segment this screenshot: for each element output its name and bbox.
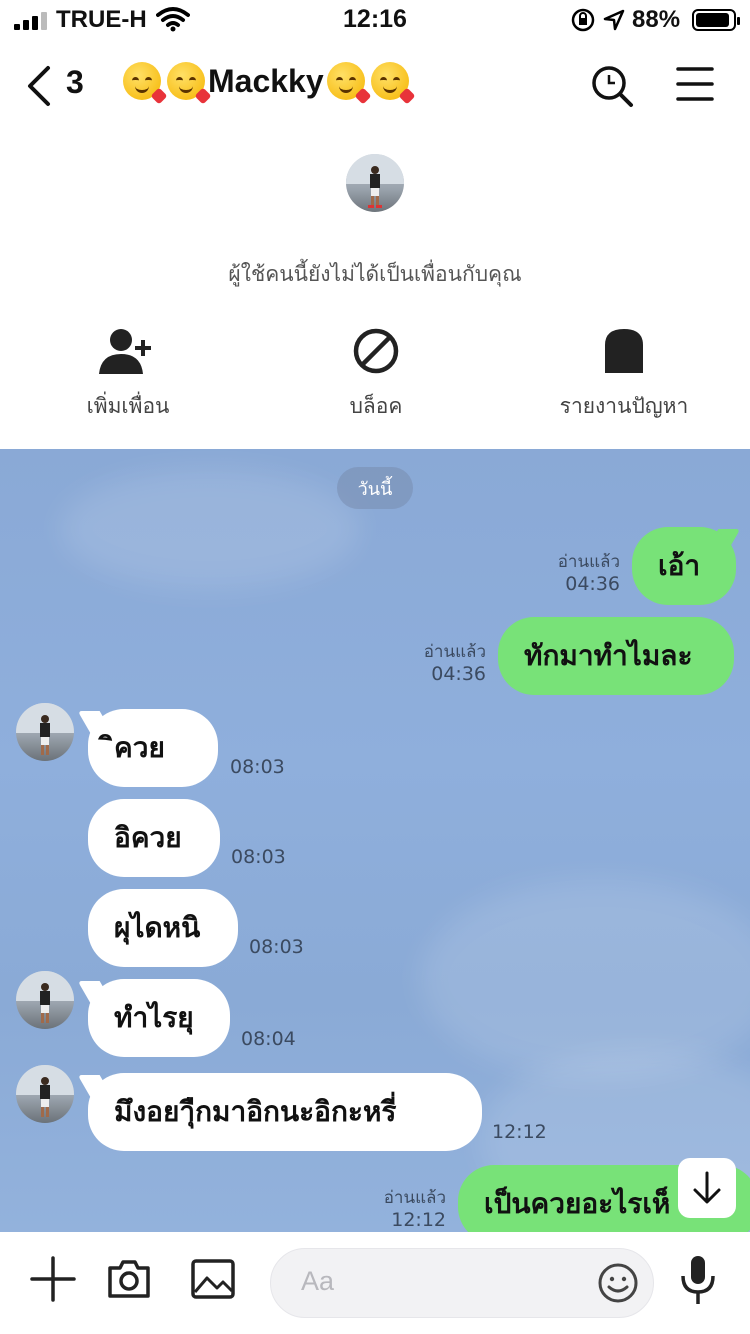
smiling-face-with-hearts-icon (326, 62, 372, 105)
emoji-icon[interactable] (597, 1262, 639, 1304)
not-friend-notice: ผู้ใช้คนนี้ยังไม่ได้เป็นเพื่อนกับคุณ (228, 262, 522, 286)
message-bubble-outgoing[interactable]: เอ้า (632, 527, 736, 605)
message-bubble-incoming[interactable]: อิควย (88, 799, 220, 877)
composer-bar: Aa (0, 1232, 750, 1334)
plus-icon[interactable] (30, 1256, 76, 1302)
date-separator: วันนี้ (337, 467, 413, 509)
message-meta: อ่านแล้ว 12:12 (366, 1187, 446, 1231)
message-bubble-incoming[interactable]: ิควย (88, 709, 218, 787)
read-receipt: อ่านแล้ว (557, 552, 620, 572)
unread-count[interactable]: 3 (66, 64, 84, 101)
message-time: 12:12 (391, 1209, 446, 1231)
message-time: 08:03 (230, 756, 285, 778)
message-time: 08:03 (249, 936, 304, 958)
smiling-face-with-hearts-icon (167, 62, 212, 105)
scroll-to-bottom-button[interactable] (678, 1158, 736, 1218)
block-button[interactable]: บล็อค (266, 324, 486, 423)
message-time: 08:04 (241, 1028, 296, 1050)
report-label: รายงานปัญหา (559, 394, 689, 418)
message-bubble-incoming[interactable]: ผุไดหนิ (88, 889, 238, 967)
image-icon[interactable] (190, 1256, 236, 1302)
smiling-face-with-hearts-icon (370, 62, 416, 105)
sender-avatar[interactable] (16, 703, 74, 761)
read-receipt: อ่านแล้ว (423, 642, 486, 662)
message-time: 08:03 (231, 846, 286, 868)
camera-icon[interactable] (106, 1256, 152, 1302)
battery-percent: 88% (632, 6, 681, 33)
message-bubble-incoming[interactable]: ทำไรยุ (88, 979, 230, 1057)
back-chevron-icon[interactable] (24, 64, 52, 108)
add-friend-icon (99, 329, 151, 374)
sender-avatar[interactable] (16, 971, 74, 1029)
report-button[interactable]: รายงานปัญหา (514, 324, 734, 423)
status-bar: TRUE-H 12:16 88% (0, 0, 750, 40)
search-icon[interactable] (590, 64, 634, 108)
message-bubble-outgoing[interactable]: ทักมาทำไมละ (498, 617, 734, 695)
chat-area[interactable]: วันนี้ อ่านแล้ว 04:36 เอ้า อ่านแล้ว 04:3… (0, 449, 750, 1232)
report-icon (605, 329, 643, 373)
message-time: 12:12 (492, 1121, 547, 1143)
message-time: 04:36 (565, 573, 620, 595)
contact-name: Mackky (208, 62, 324, 99)
battery-icon (692, 9, 740, 31)
sender-avatar[interactable] (16, 1065, 74, 1123)
arrow-down-icon (693, 1171, 721, 1204)
chat-header: 3 Mackky (0, 44, 750, 128)
menu-icon[interactable] (676, 66, 714, 102)
message-meta: อ่านแล้ว 04:36 (540, 551, 620, 595)
location-icon (603, 9, 625, 31)
add-friend-button[interactable]: เพิ่มเพื่อน (18, 324, 238, 423)
add-friend-label: เพิ่มเพื่อน (86, 394, 170, 418)
message-meta: อ่านแล้ว 04:36 (406, 641, 486, 685)
contact-avatar[interactable] (346, 154, 404, 212)
microphone-icon[interactable] (680, 1254, 716, 1306)
read-receipt: อ่านแล้ว (383, 1188, 446, 1208)
block-icon (353, 328, 399, 374)
block-label: บล็อค (349, 394, 403, 418)
contact-title[interactable]: Mackky (120, 62, 416, 105)
message-input[interactable]: Aa (270, 1248, 654, 1318)
smiling-face-with-hearts-icon (123, 62, 168, 105)
message-placeholder: Aa (301, 1266, 335, 1296)
orientation-lock-icon (571, 8, 595, 32)
message-bubble-incoming[interactable]: มึงอยาืุกมาอิกนะอิกะหรี่ (88, 1073, 482, 1151)
message-time: 04:36 (431, 663, 486, 685)
